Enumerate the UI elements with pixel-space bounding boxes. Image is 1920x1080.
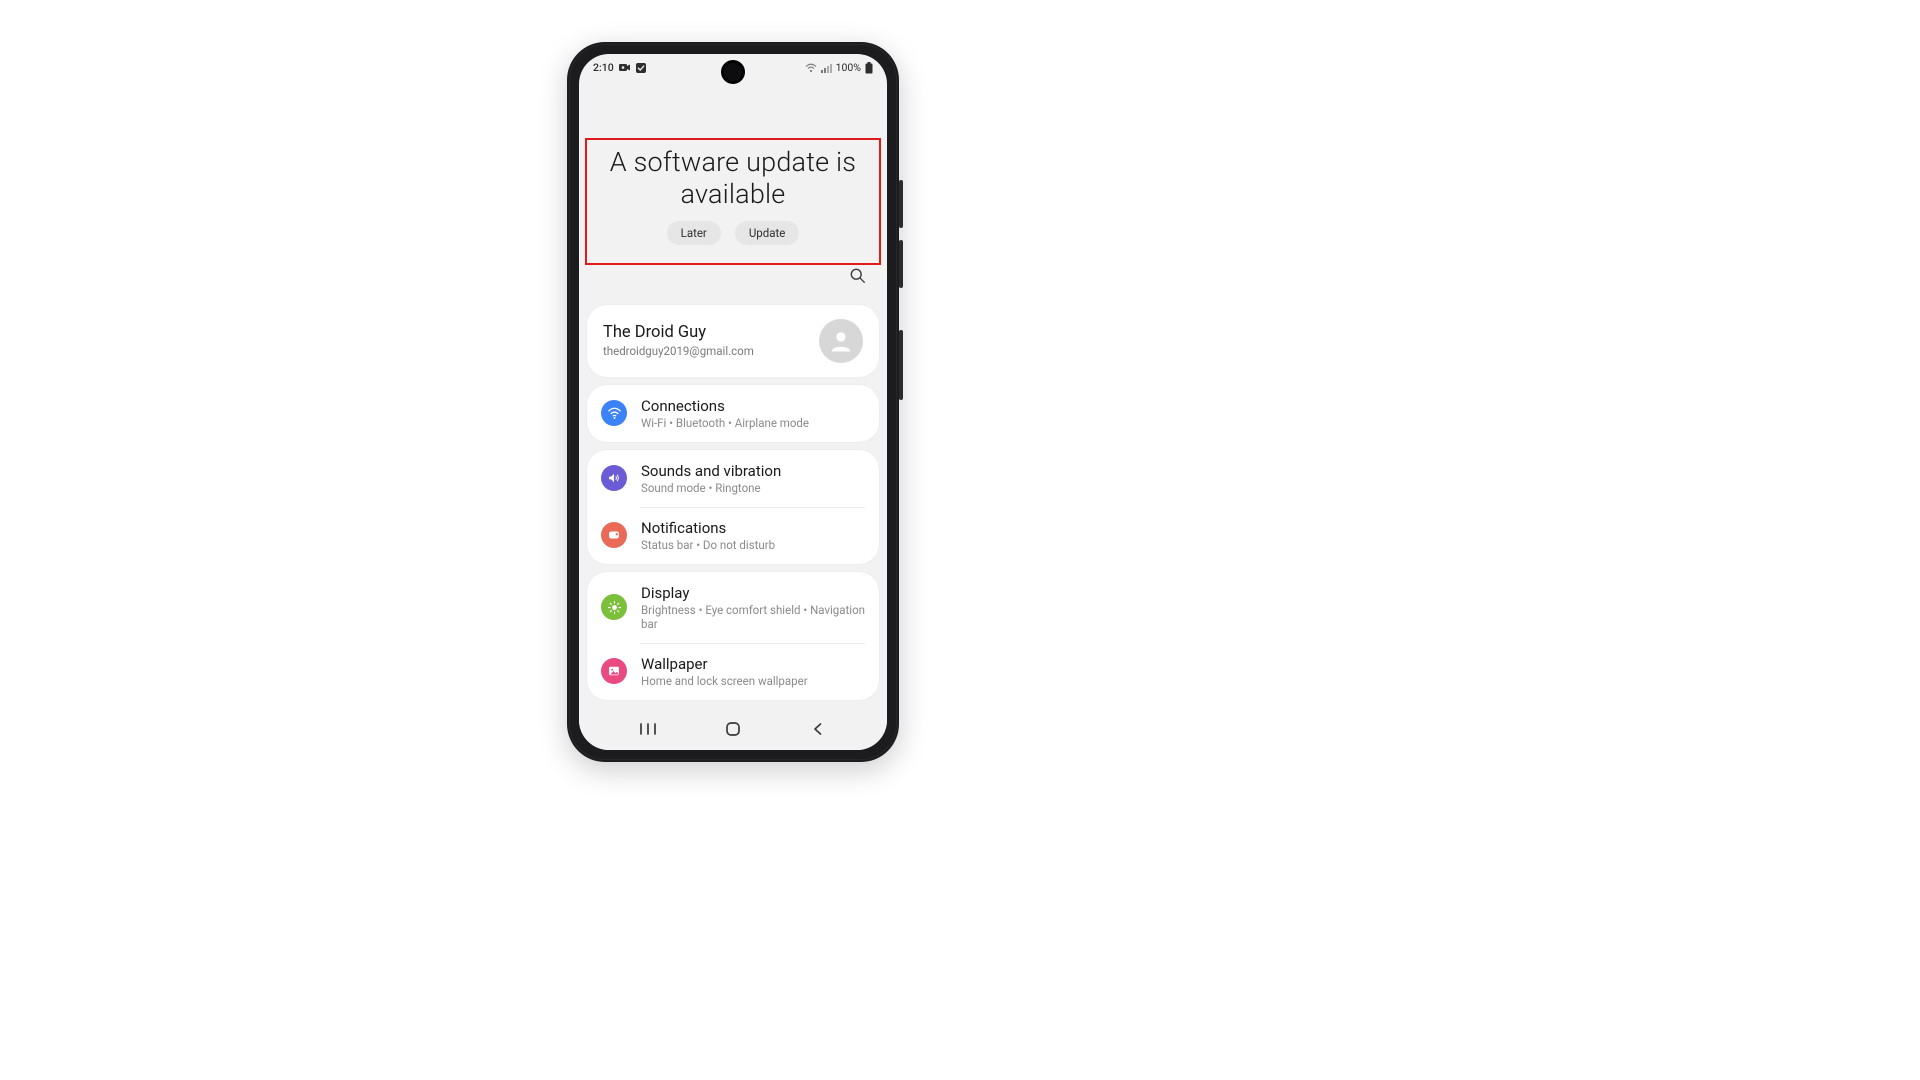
row-subtitle: Wi-Fi • Bluetooth • Airplane mode — [641, 416, 809, 430]
back-icon — [811, 722, 825, 739]
wifi-circle-icon — [601, 400, 627, 426]
search-row — [579, 255, 887, 297]
settings-row-notifications[interactable]: Notifications Status bar • Do not distur… — [587, 507, 879, 564]
status-clock: 2:10 — [593, 61, 614, 74]
recents-icon — [639, 722, 657, 739]
phone-frame: 2:10 100% — [567, 42, 899, 762]
account-name: The Droid Guy — [603, 323, 754, 342]
signal-icon — [821, 63, 832, 73]
front-camera — [721, 60, 745, 84]
row-title: Notifications — [641, 519, 775, 537]
phone-screen: 2:10 100% — [579, 54, 887, 750]
wifi-icon — [805, 63, 817, 73]
search-button[interactable] — [843, 263, 871, 291]
update-actions: Later Update — [585, 221, 881, 255]
speaker-icon — [601, 465, 627, 491]
home-icon — [725, 721, 741, 740]
status-right: 100% — [805, 61, 873, 74]
later-button[interactable]: Later — [667, 221, 721, 245]
home-button[interactable] — [703, 715, 763, 745]
avatar-icon — [819, 319, 863, 363]
volume-up-button[interactable] — [899, 180, 903, 228]
search-icon — [849, 267, 866, 287]
account-card[interactable]: The Droid Guy thedroidguy2019@gmail.com — [587, 305, 879, 377]
settings-row-wallpaper[interactable]: Wallpaper Home and lock screen wallpaper — [587, 643, 879, 700]
notification-icon — [601, 522, 627, 548]
update-card: A software update is available Later Upd… — [585, 140, 881, 255]
brightness-icon — [601, 594, 627, 620]
recents-button[interactable] — [618, 715, 678, 745]
row-title: Sounds and vibration — [641, 462, 781, 480]
check-icon — [636, 63, 646, 73]
settings-row-sounds[interactable]: Sounds and vibration Sound mode • Ringto… — [587, 450, 879, 507]
account-email: thedroidguy2019@gmail.com — [603, 344, 754, 358]
row-subtitle: Sound mode • Ringtone — [641, 481, 781, 495]
row-subtitle: Home and lock screen wallpaper — [641, 674, 808, 688]
image-icon — [601, 658, 627, 684]
update-button[interactable]: Update — [735, 221, 800, 245]
volume-down-button[interactable] — [899, 240, 903, 288]
settings-row-connections[interactable]: Connections Wi-Fi • Bluetooth • Airplane… — [587, 385, 879, 442]
row-title: Connections — [641, 397, 809, 415]
connections-card: Connections Wi-Fi • Bluetooth • Airplane… — [587, 385, 879, 442]
power-button[interactable] — [899, 330, 903, 400]
row-subtitle: Status bar • Do not disturb — [641, 538, 775, 552]
camera-indicator-icon — [619, 63, 631, 72]
settings-content: The Droid Guy thedroidguy2019@gmail.com — [579, 305, 887, 700]
display-wallpaper-card: Display Brightness • Eye comfort shield … — [587, 572, 879, 700]
back-button[interactable] — [788, 715, 848, 745]
battery-icon — [865, 62, 873, 74]
navigation-bar — [579, 710, 887, 750]
battery-percent: 100% — [836, 61, 861, 74]
row-subtitle: Brightness • Eye comfort shield • Naviga… — [641, 603, 865, 631]
update-title: A software update is available — [585, 140, 881, 221]
sounds-notifs-card: Sounds and vibration Sound mode • Ringto… — [587, 450, 879, 564]
stage: 2:10 100% — [0, 0, 1920, 1080]
row-title: Display — [641, 584, 865, 602]
row-title: Wallpaper — [641, 655, 808, 673]
status-left: 2:10 — [593, 61, 646, 74]
settings-row-display[interactable]: Display Brightness • Eye comfort shield … — [587, 572, 879, 643]
